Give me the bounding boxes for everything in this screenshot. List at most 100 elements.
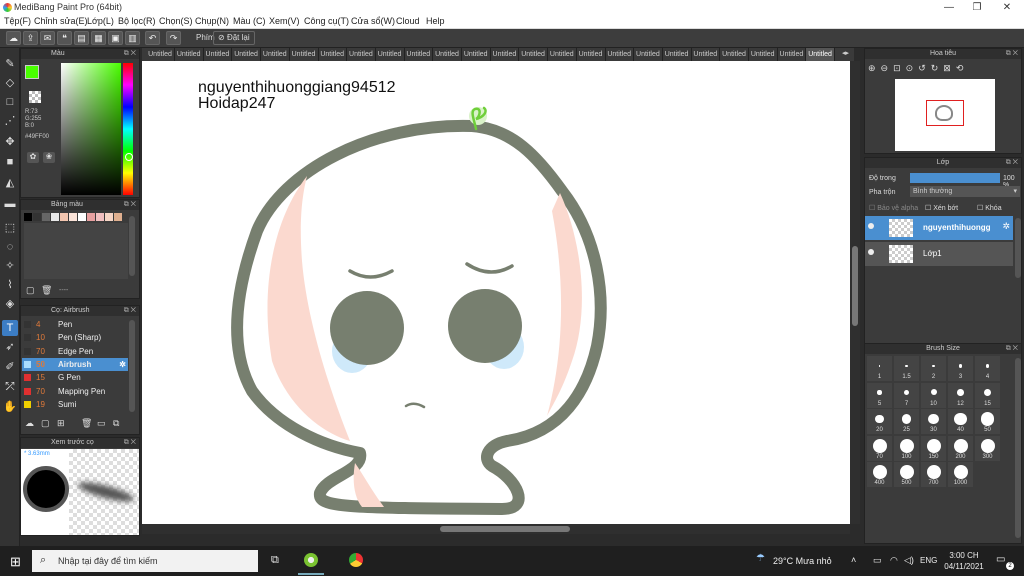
weather-text[interactable]: 29°C Mưa nhỏ [773, 556, 832, 566]
panel-options-icon[interactable]: ⧉ ✕ [124, 49, 136, 59]
color-wheel-icon[interactable]: ✿ [27, 152, 39, 163]
gear-icon[interactable]: ✲ [1002, 221, 1010, 232]
brush-item[interactable]: 15 G Pen [22, 371, 128, 384]
brush-size-cell[interactable]: 200 [948, 435, 973, 461]
palette-swatch[interactable] [87, 213, 95, 221]
document-tab[interactable]: Untitled [720, 48, 749, 61]
brush-size-cell[interactable]: 70 [867, 435, 892, 461]
fit-icon[interactable]: ⊡ [893, 63, 906, 73]
panel-options-icon[interactable]: ⧉ ✕ [1006, 344, 1018, 354]
page-icon[interactable]: ▤ [74, 31, 89, 45]
document-tab[interactable]: Untitled [347, 48, 376, 61]
hue-slider-handle[interactable] [125, 153, 133, 161]
dot-tool-icon[interactable]: ⋰ [2, 113, 18, 129]
tray-chevron-icon[interactable]: ˄ [851, 555, 856, 565]
brush-size-cell[interactable]: 2 [921, 356, 946, 381]
document-tab[interactable]: Untitled [548, 48, 577, 61]
zoom-out-icon[interactable]: ⊖ [881, 63, 894, 73]
task-view-icon[interactable]: ⧉ [271, 554, 279, 567]
layer-row[interactable]: nguyenthihuongg ✲ [865, 216, 1013, 240]
menu-color[interactable]: Màu (C) [233, 16, 266, 26]
document-tab[interactable]: Untitled [462, 48, 491, 61]
document-tab[interactable]: Untitled [376, 48, 405, 61]
brush-size-cell[interactable]: 12 [948, 382, 973, 408]
eye-icon[interactable] [868, 249, 874, 255]
network-icon[interactable]: ▭ [873, 555, 882, 566]
panel-options-icon[interactable]: ⧉ ✕ [124, 306, 136, 316]
brush-item[interactable]: 70 Mapping Pen [22, 385, 128, 398]
palette-swatch[interactable] [96, 213, 104, 221]
brush-size-cell[interactable]: 4 [975, 356, 1000, 381]
chrome-taskbar-icon[interactable] [349, 553, 363, 567]
eraser-tool-icon[interactable]: ◇ [2, 75, 18, 91]
windows-start-icon[interactable]: ⊞ [10, 554, 21, 570]
redo-button[interactable]: ↷ [166, 31, 181, 45]
canvas[interactable]: nguyenthihuonggiang94512 Hoidap247 [142, 61, 850, 524]
flip-icon[interactable]: ⊠ [943, 63, 956, 73]
palette-swatch[interactable] [42, 213, 50, 221]
menu-edit[interactable]: Chỉnh sửa(E) [34, 16, 88, 26]
brush-size-cell[interactable]: 25 [894, 409, 919, 434]
brush-size-cell[interactable]: 100 [894, 435, 919, 461]
brush-size-cell[interactable]: 5 [867, 382, 892, 408]
menu-view[interactable]: Xem(V) [269, 16, 300, 26]
brush-size-cell[interactable]: 1 [867, 356, 892, 381]
menu-file[interactable]: Tệp(F) [4, 16, 31, 26]
select-pen-tool-icon[interactable]: ⌇ [2, 277, 18, 293]
panel-options-icon[interactable]: ⧉ ✕ [124, 200, 136, 210]
brush-copy-icon[interactable]: ⧉ [113, 418, 119, 429]
brush-size-cell[interactable]: 30 [921, 409, 946, 434]
menu-select[interactable]: Chọn(S) [159, 16, 193, 26]
close-button[interactable]: ✕ [992, 0, 1022, 15]
palette-swatch[interactable] [33, 213, 41, 221]
brush-size-cell[interactable]: 7 [894, 382, 919, 408]
select-eraser-tool-icon[interactable]: ◈ [2, 296, 18, 312]
palette-swatch[interactable] [24, 213, 32, 221]
taskbar-search-box[interactable]: ⌕ Nhập tại đây để tìm kiếm [32, 550, 258, 572]
brush-cloud-icon[interactable]: ☁ [25, 418, 34, 429]
operation-tool-icon[interactable]: ➶ [2, 339, 18, 355]
brush-size-cell[interactable]: 150 [921, 435, 946, 461]
document-tab[interactable]: Untitled [634, 48, 663, 61]
navigator-preview[interactable] [895, 79, 995, 151]
menu-layer[interactable]: Lớp(L) [87, 16, 114, 26]
select-tool-icon[interactable]: ⬚ [2, 220, 18, 236]
medibang-taskbar-icon[interactable] [304, 553, 318, 567]
document-tab[interactable]: Untitled [519, 48, 549, 61]
brush-tool-icon[interactable]: ✎ [2, 56, 18, 72]
document-tab[interactable]: Untitled [691, 48, 721, 61]
document-tab[interactable]: Untitled [146, 48, 175, 61]
rotate-right-icon[interactable]: ↻ [931, 63, 944, 73]
layer-row[interactable]: Lớp1 [865, 242, 1013, 266]
brush-size-cell[interactable]: 3 [948, 356, 973, 381]
brush-size-cell[interactable]: 50 [975, 409, 1000, 434]
cloud-icon[interactable]: ☁ [6, 31, 21, 45]
brush-item[interactable]: 50 Airbrush ✲ [22, 357, 128, 371]
reset-view-icon[interactable]: ⟲ [956, 63, 969, 73]
clock[interactable]: 3:00 CH 04/11/2021 [942, 550, 986, 572]
vertical-scroll-thumb[interactable] [852, 246, 858, 326]
tab-scroll-arrows[interactable]: ◂▸ [842, 49, 849, 57]
new-palette-icon[interactable]: ▢ [26, 285, 35, 296]
canvas-horizontal-scrollbar[interactable] [142, 524, 850, 534]
background-color-swatch[interactable] [29, 91, 41, 103]
gear-icon[interactable]: ✲ [119, 358, 126, 371]
upload-icon[interactable]: ⇪ [23, 31, 38, 45]
chat-icon[interactable]: ✉ [40, 31, 55, 45]
palette-swatch[interactable] [78, 213, 86, 221]
eyedropper-tool-icon[interactable]: ⤱ [2, 379, 18, 395]
brush-size-scrollbar[interactable] [1015, 358, 1021, 538]
undo-button[interactable]: ↶ [145, 31, 160, 45]
grid-icon[interactable]: ▦ [91, 31, 106, 45]
fill-shape-tool-icon[interactable]: ■ [2, 154, 18, 170]
menu-capture[interactable]: Chụp(N) [195, 16, 229, 26]
comment-icon[interactable]: ❝ [57, 31, 72, 45]
minimize-button[interactable]: — [934, 0, 964, 15]
restore-button[interactable]: ❐ [962, 0, 992, 15]
panel-options-icon[interactable]: ⧉ ✕ [1006, 49, 1018, 59]
opacity-slider[interactable] [910, 173, 1000, 183]
blend-mode-select[interactable]: Bình thường ▾ [910, 186, 1020, 197]
volume-icon[interactable]: ◁) [904, 555, 914, 566]
document-tab[interactable]: Untitled [777, 48, 807, 61]
text-tool-icon[interactable]: T [2, 320, 18, 336]
